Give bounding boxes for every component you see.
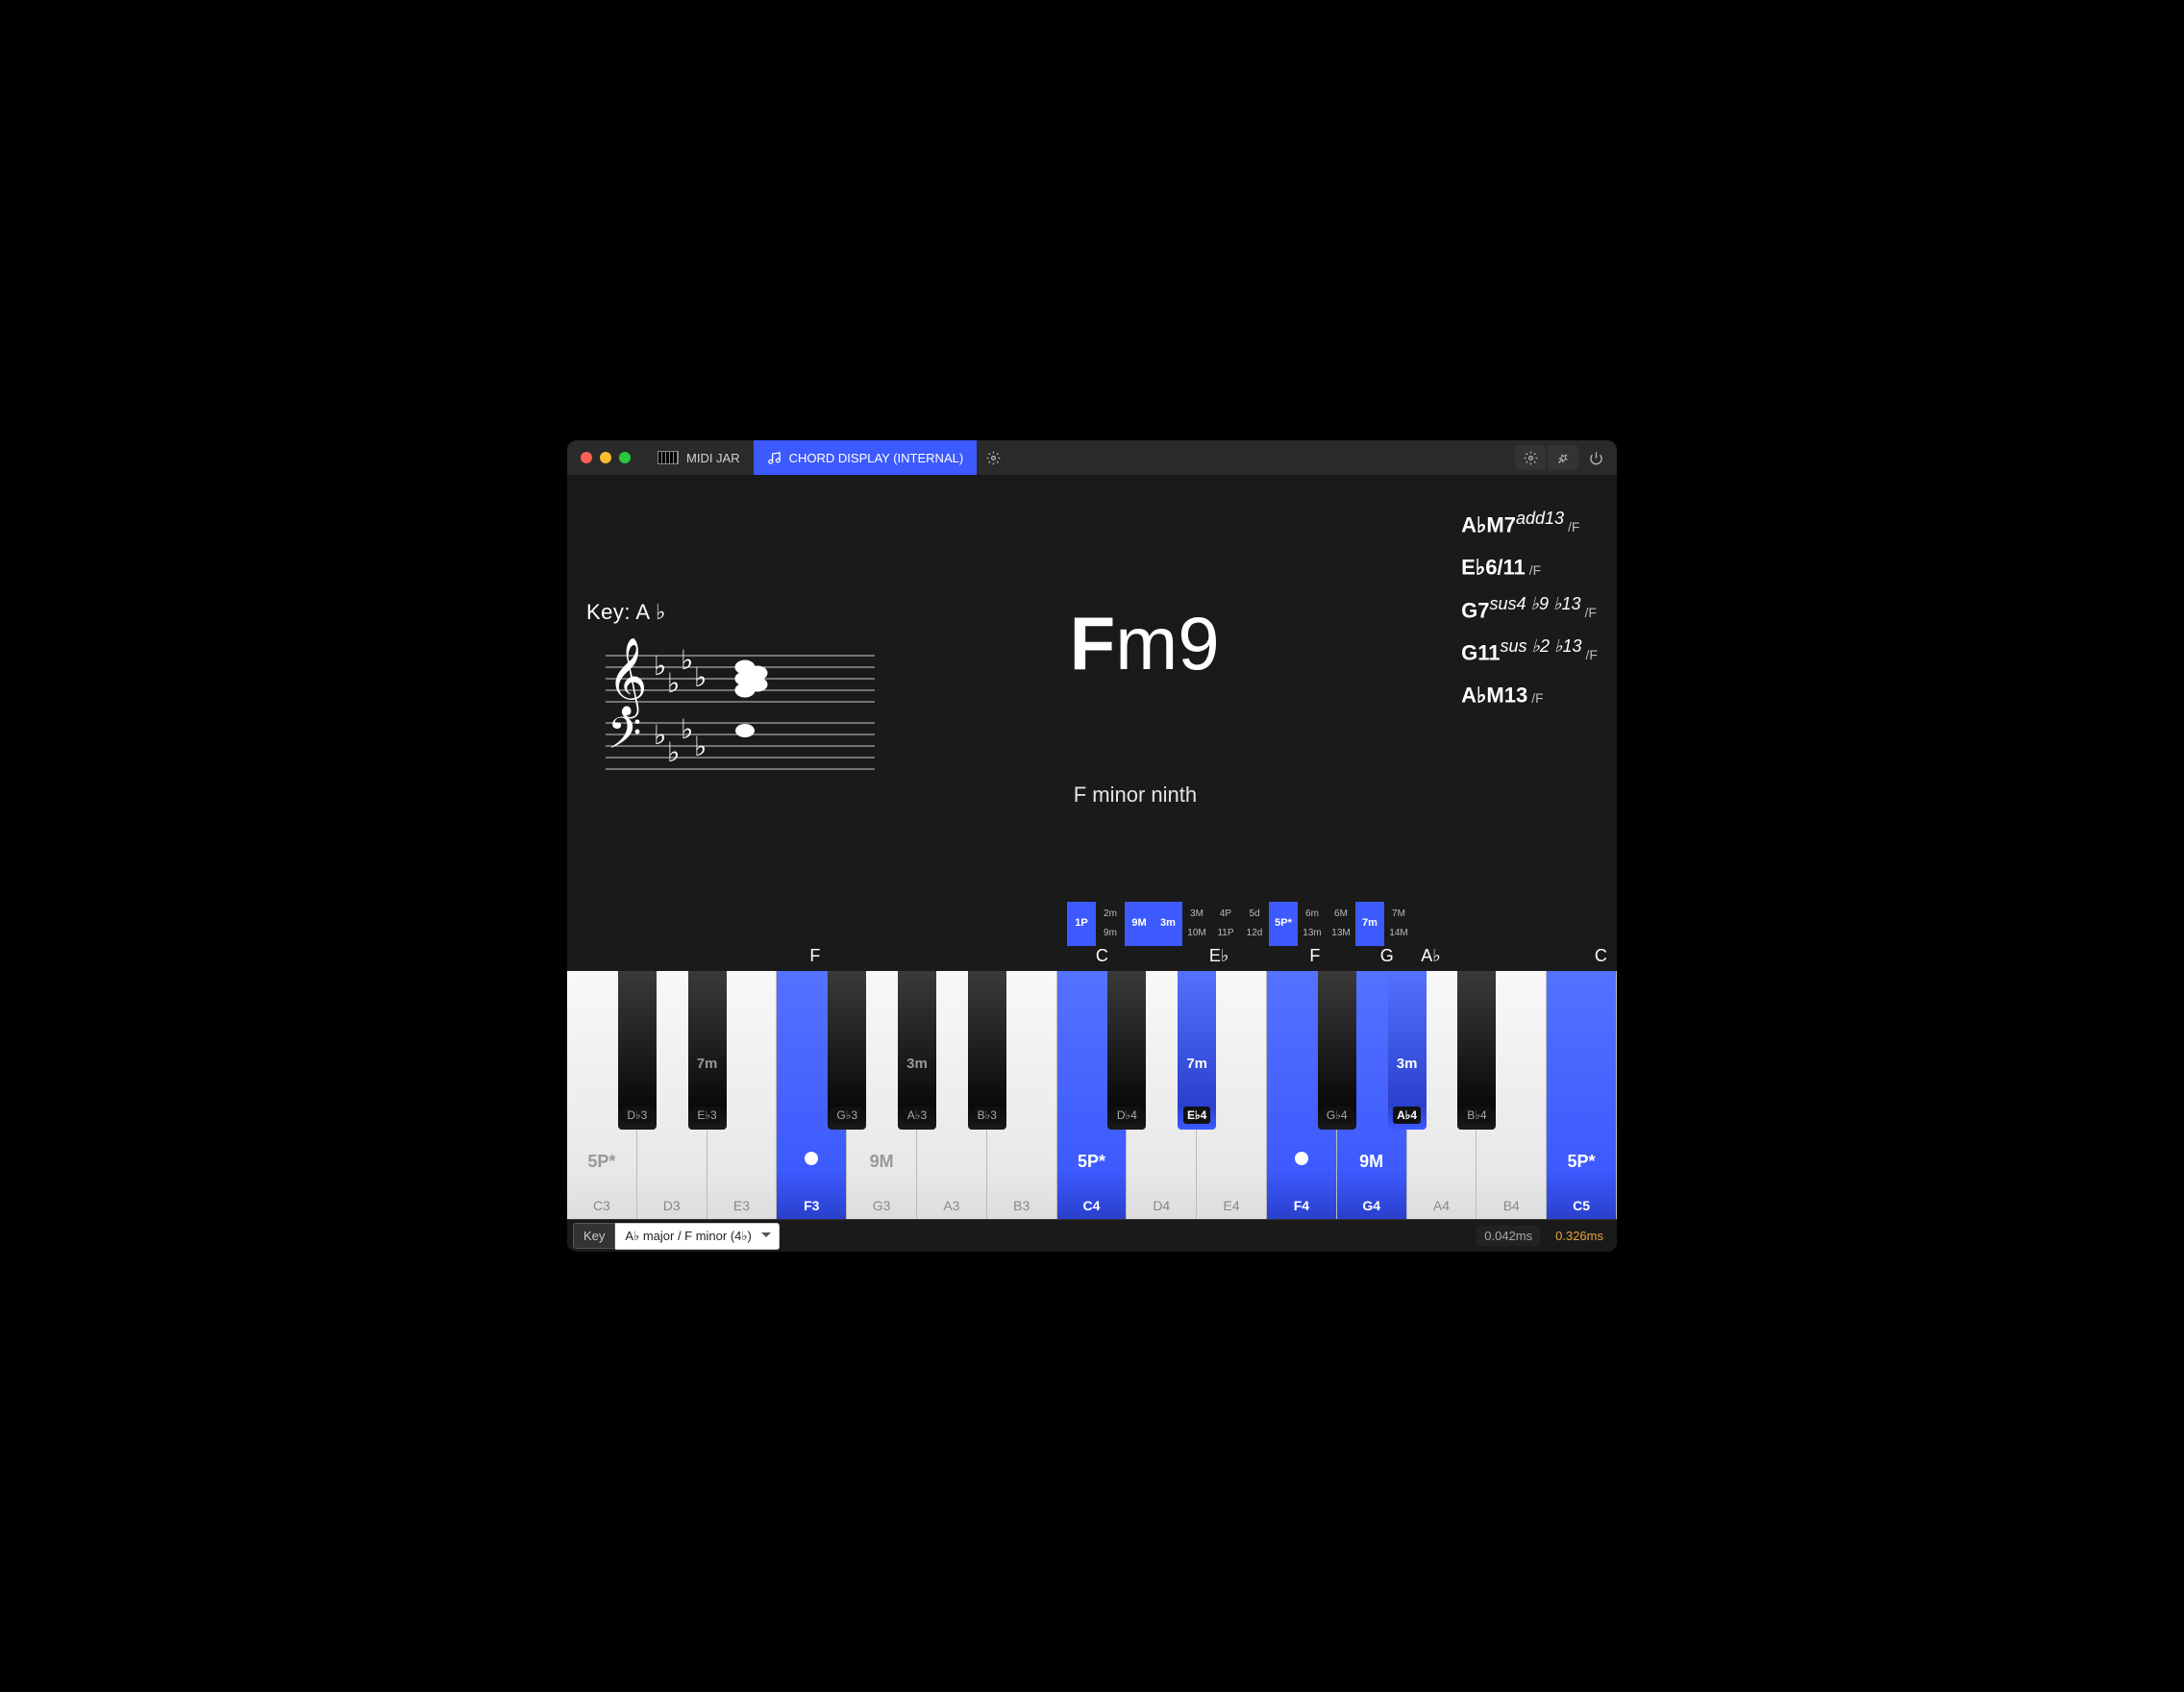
svg-text:𝄞: 𝄞: [608, 638, 647, 718]
black-key[interactable]: B♭4: [1457, 971, 1496, 1130]
note-label: C: [1096, 946, 1108, 966]
black-key[interactable]: D♭4: [1107, 971, 1146, 1130]
interval-cell: 3M10M: [1182, 902, 1211, 946]
black-key[interactable]: G♭3: [828, 971, 866, 1130]
interval-cell: 7M14M: [1384, 902, 1413, 946]
note-labels: F C E♭ F G A♭ C: [567, 946, 1617, 971]
black-key[interactable]: 7mE♭4: [1178, 971, 1216, 1130]
latency-a: 0.042ms: [1477, 1226, 1540, 1246]
interval-cell: 5P*: [1269, 902, 1298, 946]
alt-chord: E♭6/11/F: [1461, 551, 1598, 580]
svg-text:♭: ♭: [654, 651, 666, 681]
key-signature: Key: A ♭: [586, 600, 875, 790]
black-key[interactable]: G♭4: [1318, 971, 1356, 1130]
close-button[interactable]: [581, 452, 592, 463]
titlebar-right: [1509, 445, 1617, 470]
svg-text:♭: ♭: [681, 714, 693, 744]
interval-cell: 1P: [1067, 902, 1096, 946]
svg-text:♭: ♭: [681, 645, 693, 675]
footer: Key A♭ major / F minor (4♭) 0.042ms 0.32…: [567, 1219, 1617, 1252]
keyboard: F C E♭ F G A♭ C 5P*C3D3E3F39MG3A3B35P*C4D4E4F4…: [567, 946, 1617, 1219]
svg-text:𝄢: 𝄢: [608, 709, 641, 768]
black-key[interactable]: B♭3: [968, 971, 1006, 1130]
app-window: MIDI JAR CHORD DISPLAY (INTERNAL): [567, 440, 1617, 1252]
key-selector[interactable]: A♭ major / F minor (4♭): [615, 1223, 779, 1250]
interval-cell: 6M13M: [1327, 902, 1355, 946]
key-label: Key: A ♭: [586, 600, 875, 625]
svg-text:♭: ♭: [694, 732, 707, 761]
alt-chord: G11sus ♭2 ♭13/F: [1461, 636, 1598, 665]
maximize-button[interactable]: [619, 452, 631, 463]
interval-cell: 4P11P: [1211, 902, 1240, 946]
settings-button[interactable]: [1515, 445, 1546, 470]
tab-chord-display[interactable]: CHORD DISPLAY (INTERNAL): [754, 440, 978, 475]
svg-text:♭: ♭: [654, 720, 666, 750]
note-label: E♭: [1209, 946, 1229, 966]
interval-cell: 6m13m: [1298, 902, 1327, 946]
chord-fullname: F minor ninth: [1074, 783, 1197, 808]
note-label: F: [809, 946, 820, 966]
power-button[interactable]: [1580, 445, 1611, 470]
note-label: F: [1309, 946, 1320, 966]
black-key[interactable]: 7mE♭3: [688, 971, 727, 1130]
alternative-chords: A♭M7add13/F E♭6/11/F G7sus4 ♭9 ♭13/F G11sus…: [1461, 509, 1598, 709]
piano-keys[interactable]: 5P*C3D3E3F39MG3A3B35P*C4D4E4F49MG4A4B45P…: [567, 971, 1617, 1219]
alt-chord: A♭M13/F: [1461, 679, 1598, 708]
interval-cell: 9M: [1125, 902, 1154, 946]
titlebar: MIDI JAR CHORD DISPLAY (INTERNAL): [567, 440, 1617, 475]
chord-suffix: m9: [1115, 601, 1219, 685]
black-key[interactable]: 3mA♭4: [1388, 971, 1427, 1130]
latency-b: 0.326ms: [1548, 1226, 1611, 1246]
keyboard-icon: [658, 451, 679, 464]
svg-text:♭: ♭: [694, 662, 707, 692]
main-content: Key: A ♭: [567, 475, 1617, 1252]
alt-chord: A♭M7add13/F: [1461, 509, 1598, 537]
pin-button[interactable]: [1548, 445, 1578, 470]
note-label: G: [1380, 946, 1394, 966]
alt-chord: G7sus4 ♭9 ♭13/F: [1461, 594, 1598, 623]
black-key[interactable]: 3mA♭3: [898, 971, 936, 1130]
key-selector-label: Key: [573, 1223, 615, 1249]
chord-root: F: [1070, 601, 1116, 685]
note-label: C: [1595, 946, 1607, 966]
tab-midi-jar[interactable]: MIDI JAR: [644, 440, 754, 475]
staff-notation-icon: 𝄞 𝄢 ♭ ♭ ♭ ♭ ♭ ♭ ♭ ♭: [586, 636, 875, 790]
interval-grid: 1P2m9m9M3m3M10M4P11P5d12d5P*6m13m6M13M7m…: [1067, 902, 1442, 946]
black-key[interactable]: D♭3: [618, 971, 657, 1130]
interval-cell: 3m: [1154, 902, 1182, 946]
tab-settings-button[interactable]: [977, 440, 1010, 475]
interval-cell: 2m9m: [1096, 902, 1125, 946]
tab-label: CHORD DISPLAY (INTERNAL): [789, 451, 964, 465]
interval-cell: 7m: [1355, 902, 1384, 946]
chord-name: Fm9: [1070, 600, 1220, 687]
music-note-icon: [767, 451, 782, 465]
interval-cell: 5d12d: [1240, 902, 1269, 946]
note-label: A♭: [1421, 946, 1441, 966]
tab-label: MIDI JAR: [686, 451, 740, 465]
tabs: MIDI JAR CHORD DISPLAY (INTERNAL): [644, 440, 1010, 475]
window-controls: [567, 452, 644, 463]
latency-display: 0.042ms 0.326ms: [1477, 1226, 1611, 1246]
chord-display: Key: A ♭: [567, 475, 1617, 946]
svg-text:♭: ♭: [667, 668, 680, 698]
minimize-button[interactable]: [600, 452, 611, 463]
svg-text:♭: ♭: [667, 737, 680, 767]
